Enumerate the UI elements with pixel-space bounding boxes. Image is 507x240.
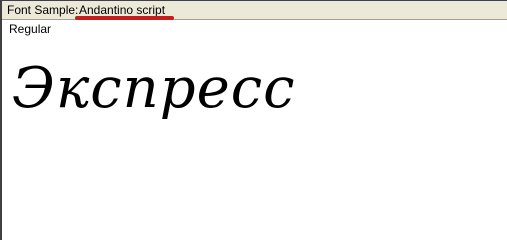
font-sample-label: Font Sample:: [7, 3, 79, 17]
font-sample-window: Font Sample: Andantino script Regular Эк…: [0, 0, 507, 240]
font-style-label: Regular: [9, 22, 52, 36]
red-underline-annotation: [75, 16, 174, 20]
font-sample-preview: Экспресс: [12, 56, 296, 121]
